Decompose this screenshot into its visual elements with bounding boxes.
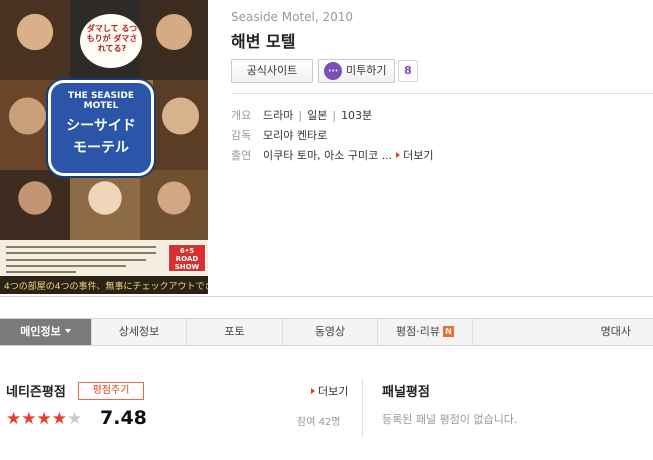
tab-rating-review[interactable]: 평점·리뷰 N [378, 319, 473, 345]
tab-label: 메인정보 [20, 325, 61, 338]
netizen-rating-title: 네티즌평점 [6, 385, 66, 400]
me2day-speech-icon [324, 62, 342, 80]
cast-link[interactable]: 이쿠타 토마, 아소 구미코 ... [263, 149, 392, 162]
poster-credit-line [6, 246, 156, 248]
info-cast-key: 출연 [231, 149, 252, 162]
poster-face [0, 170, 70, 240]
poster-sign-line-2: モーテル [73, 140, 129, 156]
tab-label: 명대사 [600, 325, 631, 338]
star-icon: ★ [36, 409, 52, 429]
new-badge: N [442, 326, 454, 337]
star-icon: ★ [67, 409, 83, 429]
poster-credit-line [6, 252, 156, 254]
tab-label: 동영상 [314, 325, 346, 338]
poster-credit-line [6, 259, 146, 261]
poster-speech-bubble: ダマして るつもりが ダマされてる? [80, 14, 142, 68]
tab-famous-lines[interactable]: 명대사 [473, 319, 653, 345]
poster-tagline-strip: 4つの部屋の4つの事件、無事にチェックアウトできるのは誰!? [0, 276, 208, 294]
tab-video[interactable]: 동영상 [283, 319, 378, 345]
divider [362, 378, 363, 438]
director-link[interactable]: 모리야 켄타로 [263, 127, 327, 143]
rating-score: 7.48 [100, 407, 147, 429]
movie-title: 해변 모텔 [231, 32, 296, 51]
tab-main-info[interactable]: 메인정보 [0, 319, 92, 345]
poster-sign-main: シーサイド モーテル [51, 115, 151, 159]
poster-sign-line-1: シーサイド [66, 118, 136, 134]
star-icon: ★ [21, 409, 37, 429]
mitu-count: 8 [398, 60, 418, 82]
info-cast-value: 이쿠타 토마, 아소 구미코 ... 더보기 [263, 147, 434, 163]
divider [231, 93, 653, 94]
official-site-button[interactable]: 공식사이트 [231, 59, 313, 83]
cast-more-link[interactable]: 더보기 [396, 147, 434, 163]
cast-more-label: 더보기 [403, 149, 434, 162]
movie-poster[interactable]: ダマして るつもりが ダマされてる? THE SEASIDE MOTEL シーサ… [0, 0, 208, 294]
tab-detail-info[interactable]: 상세정보 [92, 319, 187, 345]
star-icon: ★ [51, 409, 67, 429]
poster-face [70, 170, 140, 240]
poster-face [0, 80, 55, 170]
rating-more-label: 더보기 [318, 385, 349, 398]
star-icon: ★ [6, 409, 22, 429]
rating-stars: ★★★★★ [6, 409, 83, 429]
mitu-button[interactable]: 미투하기 [318, 59, 395, 83]
genre-link[interactable]: 드라마 [263, 109, 293, 122]
poster-face [140, 0, 208, 80]
country-link[interactable]: 일본 [307, 109, 327, 122]
poster-motel-sign: THE SEASIDE MOTEL シーサイド モーテル [48, 80, 154, 176]
rating-participants: 참여 42명 [297, 417, 341, 428]
poster-face [0, 0, 70, 80]
poster-sign-top: THE SEASIDE MOTEL [68, 91, 134, 111]
rating-more-link[interactable]: 더보기 [311, 383, 348, 399]
runtime: 103분 [341, 109, 373, 122]
caret-down-icon [64, 329, 71, 333]
poster-credit-line [6, 265, 126, 267]
tab-label: 평점·리뷰 [396, 325, 440, 338]
poster-speech-text: ダマして るつもりが ダマされてる? [86, 24, 138, 53]
poster-face [140, 170, 208, 240]
rate-button[interactable]: 평점주기 [78, 382, 144, 400]
mitu-button-label: 미투하기 [346, 64, 387, 77]
info-overview-value: 드라마 | 일본 | 103분 [263, 109, 373, 122]
info-director-key: 감독 [231, 129, 252, 142]
poster-roadshow-text: 6•5 ROAD SHOW [174, 247, 200, 271]
poster-tagline: 4つの部屋の4つの事件、無事にチェックアウトできるのは誰!? [4, 282, 208, 292]
tab-photo[interactable]: 포토 [187, 319, 283, 345]
poster-credit-line [6, 271, 76, 273]
panel-rating-title: 패널평점 [382, 385, 430, 400]
poster-face [153, 80, 208, 170]
poster-roadshow-badge: 6•5 ROAD SHOW [168, 244, 206, 272]
tab-label: 포토 [224, 325, 245, 338]
divider [0, 296, 653, 297]
triangle-right-icon [396, 152, 401, 158]
triangle-right-icon [311, 388, 315, 394]
panel-rating-empty: 등록된 패널 평점이 없습니다. [382, 413, 518, 426]
info-overview-key: 개요 [231, 109, 252, 122]
movie-tab-bar: 메인정보 상세정보 포토 동영상 평점·리뷰 N 명대사 [0, 318, 653, 346]
movie-title-en-year: Seaside Motel, 2010 [231, 10, 354, 24]
tab-label: 상세정보 [118, 325, 160, 338]
